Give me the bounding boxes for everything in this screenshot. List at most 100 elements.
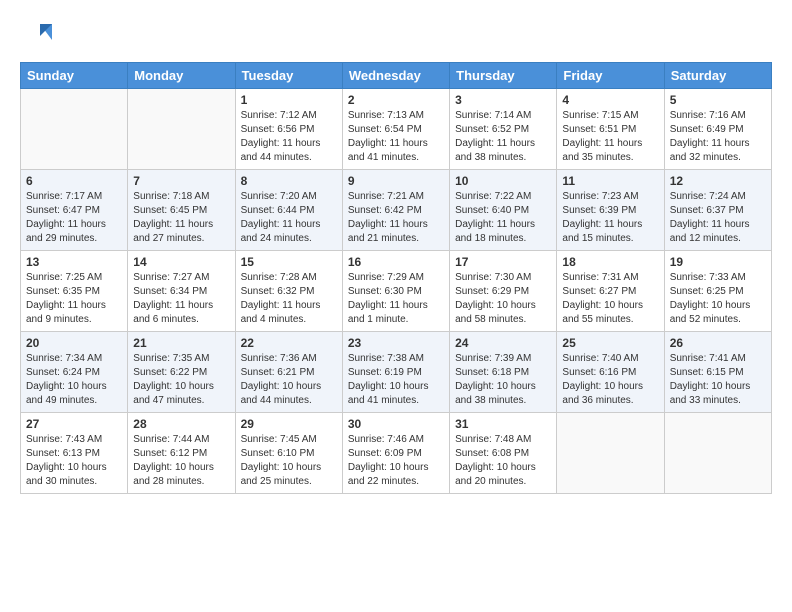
day-info: Sunrise: 7:41 AM Sunset: 6:15 PM Dayligh… bbox=[670, 352, 766, 408]
day-info: Sunrise: 7:18 AM Sunset: 6:45 PM Dayligh… bbox=[133, 190, 229, 246]
calendar-day-cell: 25 Sunrise: 7:40 AM Sunset: 6:16 PM Dayli… bbox=[557, 332, 664, 413]
day-number: 12 bbox=[670, 174, 766, 188]
calendar-day-header: Tuesday bbox=[235, 63, 342, 89]
calendar-table: SundayMondayTuesdayWednesdayThursdayFrid… bbox=[20, 62, 772, 494]
calendar-day-cell bbox=[557, 413, 664, 494]
day-number: 18 bbox=[562, 255, 658, 269]
day-number: 17 bbox=[455, 255, 551, 269]
calendar-day-cell: 24 Sunrise: 7:39 AM Sunset: 6:18 PM Dayli… bbox=[450, 332, 557, 413]
day-number: 21 bbox=[133, 336, 229, 350]
day-info: Sunrise: 7:44 AM Sunset: 6:12 PM Dayligh… bbox=[133, 433, 229, 489]
day-number: 27 bbox=[26, 417, 122, 431]
day-number: 26 bbox=[670, 336, 766, 350]
calendar-day-cell: 15 Sunrise: 7:28 AM Sunset: 6:32 PM Dayli… bbox=[235, 251, 342, 332]
day-info: Sunrise: 7:17 AM Sunset: 6:47 PM Dayligh… bbox=[26, 190, 122, 246]
calendar-day-cell: 1 Sunrise: 7:12 AM Sunset: 6:56 PM Daylig… bbox=[235, 89, 342, 170]
day-info: Sunrise: 7:31 AM Sunset: 6:27 PM Dayligh… bbox=[562, 271, 658, 327]
day-number: 3 bbox=[455, 93, 551, 107]
calendar-day-cell: 22Sunrise: 7:36 AM Sunset: 6:21 PM Dayli… bbox=[235, 332, 342, 413]
calendar-day-cell: 3 Sunrise: 7:14 AM Sunset: 6:52 PM Daylig… bbox=[450, 89, 557, 170]
day-number: 16 bbox=[348, 255, 444, 269]
day-number: 1 bbox=[241, 93, 337, 107]
day-number: 7 bbox=[133, 174, 229, 188]
day-number: 13 bbox=[26, 255, 122, 269]
calendar-day-cell: 12 Sunrise: 7:24 AM Sunset: 6:37 PM Dayli… bbox=[664, 170, 771, 251]
day-info: Sunrise: 7:38 AM Sunset: 6:19 PM Dayligh… bbox=[348, 352, 444, 408]
calendar-header-row: SundayMondayTuesdayWednesdayThursdayFrid… bbox=[21, 63, 772, 89]
calendar-day-cell: 26 Sunrise: 7:41 AM Sunset: 6:15 PM Dayli… bbox=[664, 332, 771, 413]
day-info: Sunrise: 7:34 AM Sunset: 6:24 PM Dayligh… bbox=[26, 352, 122, 408]
calendar-week-row: 1 Sunrise: 7:12 AM Sunset: 6:56 PM Daylig… bbox=[21, 89, 772, 170]
calendar-day-header: Sunday bbox=[21, 63, 128, 89]
calendar-day-header: Monday bbox=[128, 63, 235, 89]
calendar-week-row: 20 Sunrise: 7:34 AM Sunset: 6:24 PM Dayli… bbox=[21, 332, 772, 413]
day-number: 22 bbox=[241, 336, 337, 350]
calendar-day-cell: 23 Sunrise: 7:38 AM Sunset: 6:19 PM Dayli… bbox=[342, 332, 449, 413]
calendar-day-header: Saturday bbox=[664, 63, 771, 89]
calendar-day-cell: 4 Sunrise: 7:15 AM Sunset: 6:51 PM Daylig… bbox=[557, 89, 664, 170]
calendar-day-cell bbox=[664, 413, 771, 494]
day-number: 28 bbox=[133, 417, 229, 431]
day-number: 6 bbox=[26, 174, 122, 188]
day-number: 9 bbox=[348, 174, 444, 188]
day-number: 11 bbox=[562, 174, 658, 188]
calendar-day-cell: 2Sunrise: 7:13 AM Sunset: 6:54 PM Daylig… bbox=[342, 89, 449, 170]
day-number: 19 bbox=[670, 255, 766, 269]
calendar-day-cell: 6 Sunrise: 7:17 AM Sunset: 6:47 PM Daylig… bbox=[21, 170, 128, 251]
calendar-day-cell: 19 Sunrise: 7:33 AM Sunset: 6:25 PM Dayli… bbox=[664, 251, 771, 332]
calendar-day-cell: 29 Sunrise: 7:45 AM Sunset: 6:10 PM Dayli… bbox=[235, 413, 342, 494]
day-info: Sunrise: 7:43 AM Sunset: 6:13 PM Dayligh… bbox=[26, 433, 122, 489]
day-number: 15 bbox=[241, 255, 337, 269]
day-info: Sunrise: 7:25 AM Sunset: 6:35 PM Dayligh… bbox=[26, 271, 122, 327]
calendar-day-cell: 10 Sunrise: 7:22 AM Sunset: 6:40 PM Dayli… bbox=[450, 170, 557, 251]
day-number: 29 bbox=[241, 417, 337, 431]
calendar-day-cell: 13 Sunrise: 7:25 AM Sunset: 6:35 PM Dayli… bbox=[21, 251, 128, 332]
day-number: 14 bbox=[133, 255, 229, 269]
day-info: Sunrise: 7:45 AM Sunset: 6:10 PM Dayligh… bbox=[241, 433, 337, 489]
day-number: 20 bbox=[26, 336, 122, 350]
calendar-day-cell: 7 Sunrise: 7:18 AM Sunset: 6:45 PM Daylig… bbox=[128, 170, 235, 251]
calendar-day-cell: 8 Sunrise: 7:20 AM Sunset: 6:44 PM Daylig… bbox=[235, 170, 342, 251]
day-number: 24 bbox=[455, 336, 551, 350]
day-info: Sunrise: 7:46 AM Sunset: 6:09 PM Dayligh… bbox=[348, 433, 444, 489]
day-info: Sunrise: 7:20 AM Sunset: 6:44 PM Dayligh… bbox=[241, 190, 337, 246]
day-info: Sunrise: 7:12 AM Sunset: 6:56 PM Dayligh… bbox=[241, 109, 337, 165]
calendar-day-cell: 5Sunrise: 7:16 AM Sunset: 6:49 PM Daylig… bbox=[664, 89, 771, 170]
day-info: Sunrise: 7:28 AM Sunset: 6:32 PM Dayligh… bbox=[241, 271, 337, 327]
day-info: Sunrise: 7:15 AM Sunset: 6:51 PM Dayligh… bbox=[562, 109, 658, 165]
calendar-week-row: 13 Sunrise: 7:25 AM Sunset: 6:35 PM Dayli… bbox=[21, 251, 772, 332]
calendar-day-cell bbox=[128, 89, 235, 170]
day-number: 23 bbox=[348, 336, 444, 350]
calendar-day-cell: 11Sunrise: 7:23 AM Sunset: 6:39 PM Dayli… bbox=[557, 170, 664, 251]
day-info: Sunrise: 7:21 AM Sunset: 6:42 PM Dayligh… bbox=[348, 190, 444, 246]
day-number: 25 bbox=[562, 336, 658, 350]
day-info: Sunrise: 7:24 AM Sunset: 6:37 PM Dayligh… bbox=[670, 190, 766, 246]
calendar-day-cell: 30 Sunrise: 7:46 AM Sunset: 6:09 PM Dayli… bbox=[342, 413, 449, 494]
day-info: Sunrise: 7:48 AM Sunset: 6:08 PM Dayligh… bbox=[455, 433, 551, 489]
day-number: 5 bbox=[670, 93, 766, 107]
day-number: 2 bbox=[348, 93, 444, 107]
day-info: Sunrise: 7:33 AM Sunset: 6:25 PM Dayligh… bbox=[670, 271, 766, 327]
day-number: 4 bbox=[562, 93, 658, 107]
day-info: Sunrise: 7:22 AM Sunset: 6:40 PM Dayligh… bbox=[455, 190, 551, 246]
day-info: Sunrise: 7:29 AM Sunset: 6:30 PM Dayligh… bbox=[348, 271, 444, 327]
day-number: 10 bbox=[455, 174, 551, 188]
page-header bbox=[20, 20, 772, 52]
calendar-day-cell: 20 Sunrise: 7:34 AM Sunset: 6:24 PM Dayli… bbox=[21, 332, 128, 413]
day-number: 8 bbox=[241, 174, 337, 188]
calendar-day-cell: 9 Sunrise: 7:21 AM Sunset: 6:42 PM Daylig… bbox=[342, 170, 449, 251]
calendar-week-row: 6 Sunrise: 7:17 AM Sunset: 6:47 PM Daylig… bbox=[21, 170, 772, 251]
day-number: 30 bbox=[348, 417, 444, 431]
calendar-day-cell: 31Sunrise: 7:48 AM Sunset: 6:08 PM Dayli… bbox=[450, 413, 557, 494]
day-info: Sunrise: 7:35 AM Sunset: 6:22 PM Dayligh… bbox=[133, 352, 229, 408]
calendar-day-cell: 18 Sunrise: 7:31 AM Sunset: 6:27 PM Dayli… bbox=[557, 251, 664, 332]
calendar-day-header: Thursday bbox=[450, 63, 557, 89]
calendar-day-cell: 14Sunrise: 7:27 AM Sunset: 6:34 PM Dayli… bbox=[128, 251, 235, 332]
day-info: Sunrise: 7:39 AM Sunset: 6:18 PM Dayligh… bbox=[455, 352, 551, 408]
calendar-day-cell: 21 Sunrise: 7:35 AM Sunset: 6:22 PM Dayli… bbox=[128, 332, 235, 413]
day-info: Sunrise: 7:14 AM Sunset: 6:52 PM Dayligh… bbox=[455, 109, 551, 165]
calendar-day-cell: 27 Sunrise: 7:43 AM Sunset: 6:13 PM Dayli… bbox=[21, 413, 128, 494]
day-info: Sunrise: 7:40 AM Sunset: 6:16 PM Dayligh… bbox=[562, 352, 658, 408]
general-blue-logo-icon bbox=[20, 20, 52, 52]
calendar-week-row: 27 Sunrise: 7:43 AM Sunset: 6:13 PM Dayli… bbox=[21, 413, 772, 494]
